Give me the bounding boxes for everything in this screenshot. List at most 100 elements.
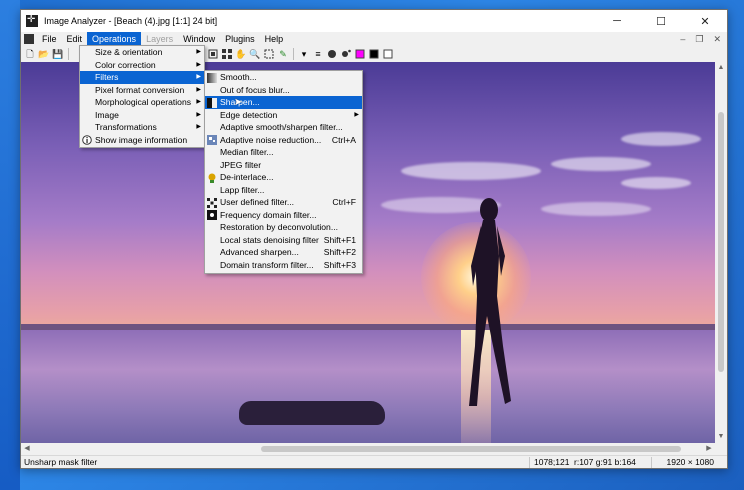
operations-menu: Size & orientation ▶ Color correction ▶ Fi… bbox=[79, 45, 205, 148]
cloud bbox=[551, 157, 651, 171]
menu-item-lapp-filter[interactable]: Lapp filter... bbox=[205, 184, 362, 197]
menu-item-label: Adaptive noise reduction... bbox=[220, 134, 322, 145]
grid-icon[interactable] bbox=[221, 48, 233, 60]
menu-item-sharpen[interactable]: Sharpen... bbox=[205, 96, 362, 109]
mdi-minimize-button[interactable]: ‒ bbox=[680, 32, 685, 46]
menu-file[interactable]: File bbox=[37, 32, 62, 46]
menu-item-transformations[interactable]: Transformations ▶ bbox=[80, 121, 204, 134]
spray-icon[interactable] bbox=[340, 48, 352, 60]
menu-item-label: De-interlace... bbox=[220, 172, 274, 182]
open-icon[interactable]: 📂 bbox=[38, 48, 50, 60]
menu-item-size-orientation[interactable]: Size & orientation ▶ bbox=[80, 46, 204, 59]
save-icon[interactable]: 💾 bbox=[52, 48, 64, 60]
info-icon bbox=[82, 135, 92, 145]
menu-item-label: Local stats denoising filter bbox=[220, 234, 319, 245]
menu-item-morphological[interactable]: Morphological operations ▶ bbox=[80, 96, 204, 109]
silhouette-figure bbox=[469, 198, 511, 406]
menu-layers: Layers bbox=[146, 34, 174, 44]
menu-item-smooth[interactable]: Smooth... bbox=[205, 71, 362, 84]
brush-icon[interactable] bbox=[326, 48, 338, 60]
scroll-down-button[interactable]: ▼ bbox=[715, 431, 727, 443]
sea bbox=[21, 330, 715, 443]
menu-item-adaptive-noise-reduction[interactable]: Adaptive noise reduction... Ctrl+A bbox=[205, 134, 362, 147]
menu-item-restoration-deconvolution[interactable]: Restoration by deconvolution... bbox=[205, 221, 362, 234]
mdi-close-button[interactable]: ✕ bbox=[713, 32, 721, 46]
submenu-arrow-icon: ▶ bbox=[196, 99, 201, 105]
color-black-icon[interactable] bbox=[368, 48, 380, 60]
horizontal-scrollbar[interactable]: ◀ ▶ bbox=[21, 443, 715, 455]
menu-item-label: Advanced sharpen... bbox=[220, 247, 299, 257]
menu-item-label: JPEG filter bbox=[220, 159, 262, 170]
scroll-left-button[interactable]: ◀ bbox=[21, 443, 33, 455]
pencil-icon[interactable]: ✎ bbox=[277, 48, 289, 60]
menu-item-local-stats-denoising[interactable]: Local stats denoising filter Shift+F1 bbox=[205, 234, 362, 247]
menu-item-color-correction[interactable]: Color correction ▶ bbox=[80, 59, 204, 72]
menu-item-filters[interactable]: Filters ▶ bbox=[80, 71, 204, 84]
document-system-icon[interactable] bbox=[24, 34, 34, 44]
smooth-icon bbox=[207, 72, 217, 83]
rock bbox=[239, 401, 385, 425]
menu-item-median-filter[interactable]: Median filter... bbox=[205, 146, 362, 159]
color-magenta-icon[interactable] bbox=[354, 48, 366, 60]
menu-item-user-defined-filter[interactable]: User defined filter... Ctrl+F bbox=[205, 196, 362, 209]
menu-item-frequency-domain-filter[interactable]: Frequency domain filter... bbox=[205, 209, 362, 222]
status-bar: Unsharp mask filter 1078;121 r:107 g:91 … bbox=[21, 455, 727, 468]
menu-window[interactable]: Window bbox=[178, 32, 220, 46]
status-pixel-rgb: r:107 g:91 b:164 bbox=[574, 457, 636, 467]
cloud bbox=[401, 162, 541, 180]
shortcut-label: Shift+F1 bbox=[323, 234, 356, 245]
menu-item-pixel-format[interactable]: Pixel format conversion ▶ bbox=[80, 84, 204, 97]
noise-icon bbox=[207, 135, 217, 145]
menu-item-edge-detection[interactable]: Edge detection ▶ bbox=[205, 109, 362, 122]
menu-item-de-interlace[interactable]: De-interlace... bbox=[205, 171, 362, 184]
menu-item-adaptive-smooth-sharpen[interactable]: Adaptive smooth/sharpen filter... bbox=[205, 121, 362, 134]
vertical-scrollbar[interactable]: ▲ ▼ bbox=[715, 62, 727, 443]
status-image-size: 1920 × 1080 bbox=[666, 457, 714, 467]
status-divider bbox=[529, 457, 530, 468]
scroll-up-button[interactable]: ▲ bbox=[715, 62, 727, 74]
zoom-icon[interactable]: 🔍 bbox=[249, 48, 261, 60]
title-bar[interactable]: Image Analyzer - [Beach (4).jpg [1:1] 24… bbox=[21, 10, 727, 32]
menu-operations[interactable]: Operations bbox=[87, 32, 142, 46]
vertical-scroll-thumb[interactable] bbox=[718, 112, 724, 372]
window-title: Image Analyzer - [Beach (4).jpg [1:1] 24… bbox=[44, 16, 218, 26]
hand-icon[interactable]: ✋ bbox=[235, 48, 247, 60]
dropdown-icon[interactable]: ▾ bbox=[298, 48, 310, 60]
menu-edit[interactable]: Edit bbox=[62, 32, 88, 46]
menu-plugins[interactable]: Plugins bbox=[220, 32, 260, 46]
menu-item-domain-transform-filter[interactable]: Domain transform filter... Shift+F3 bbox=[205, 259, 362, 272]
status-message: Unsharp mask filter bbox=[24, 457, 98, 467]
menu-item-label: Image bbox=[95, 109, 119, 120]
menu-item-label: Out of focus blur... bbox=[220, 84, 290, 95]
horizontal-scroll-thumb[interactable] bbox=[261, 446, 681, 452]
marquee-icon[interactable] bbox=[263, 48, 275, 60]
menu-item-label: Pixel format conversion bbox=[95, 84, 185, 95]
menu-item-label: User defined filter... bbox=[220, 197, 295, 207]
new-icon[interactable]: 🗋 bbox=[24, 48, 36, 60]
scroll-right-button[interactable]: ▶ bbox=[703, 443, 715, 455]
minimize-button[interactable]: ─ bbox=[595, 10, 639, 32]
menu-item-show-image-info[interactable]: Show image information bbox=[80, 134, 204, 147]
maximize-button[interactable]: ☐ bbox=[639, 10, 683, 32]
menu-help[interactable]: Help bbox=[260, 32, 289, 46]
color-white-icon[interactable] bbox=[382, 48, 394, 60]
menu-item-advanced-sharpen[interactable]: Advanced sharpen... Shift+F2 bbox=[205, 246, 362, 259]
menu-item-label: Edge detection bbox=[220, 109, 278, 120]
menu-item-out-of-focus-blur[interactable]: Out of focus blur... bbox=[205, 84, 362, 97]
crop-icon[interactable] bbox=[207, 48, 219, 60]
shortcut-label: Shift+F2 bbox=[323, 247, 356, 257]
mdi-restore-button[interactable]: ❐ bbox=[695, 32, 703, 46]
user-filter-icon bbox=[207, 197, 217, 208]
shortcut-label: Shift+F3 bbox=[323, 259, 356, 270]
sharpen-icon bbox=[207, 97, 217, 108]
shortcut-label: Ctrl+A bbox=[331, 134, 356, 145]
menu-bar: File Edit Operations Layers Window Plugi… bbox=[21, 32, 727, 46]
submenu-arrow-icon: ▶ bbox=[196, 86, 201, 93]
menu-item-jpeg-filter[interactable]: JPEG filter bbox=[205, 159, 362, 172]
menu-item-label: Size & orientation bbox=[95, 47, 163, 57]
menu-item-image[interactable]: Image ▶ bbox=[80, 109, 204, 122]
line-width-icon[interactable]: ≡ bbox=[312, 48, 324, 60]
shortcut-label: Ctrl+F bbox=[332, 197, 356, 207]
menu-item-label: Lapp filter... bbox=[220, 184, 265, 195]
close-button[interactable]: ✕ bbox=[683, 10, 727, 32]
